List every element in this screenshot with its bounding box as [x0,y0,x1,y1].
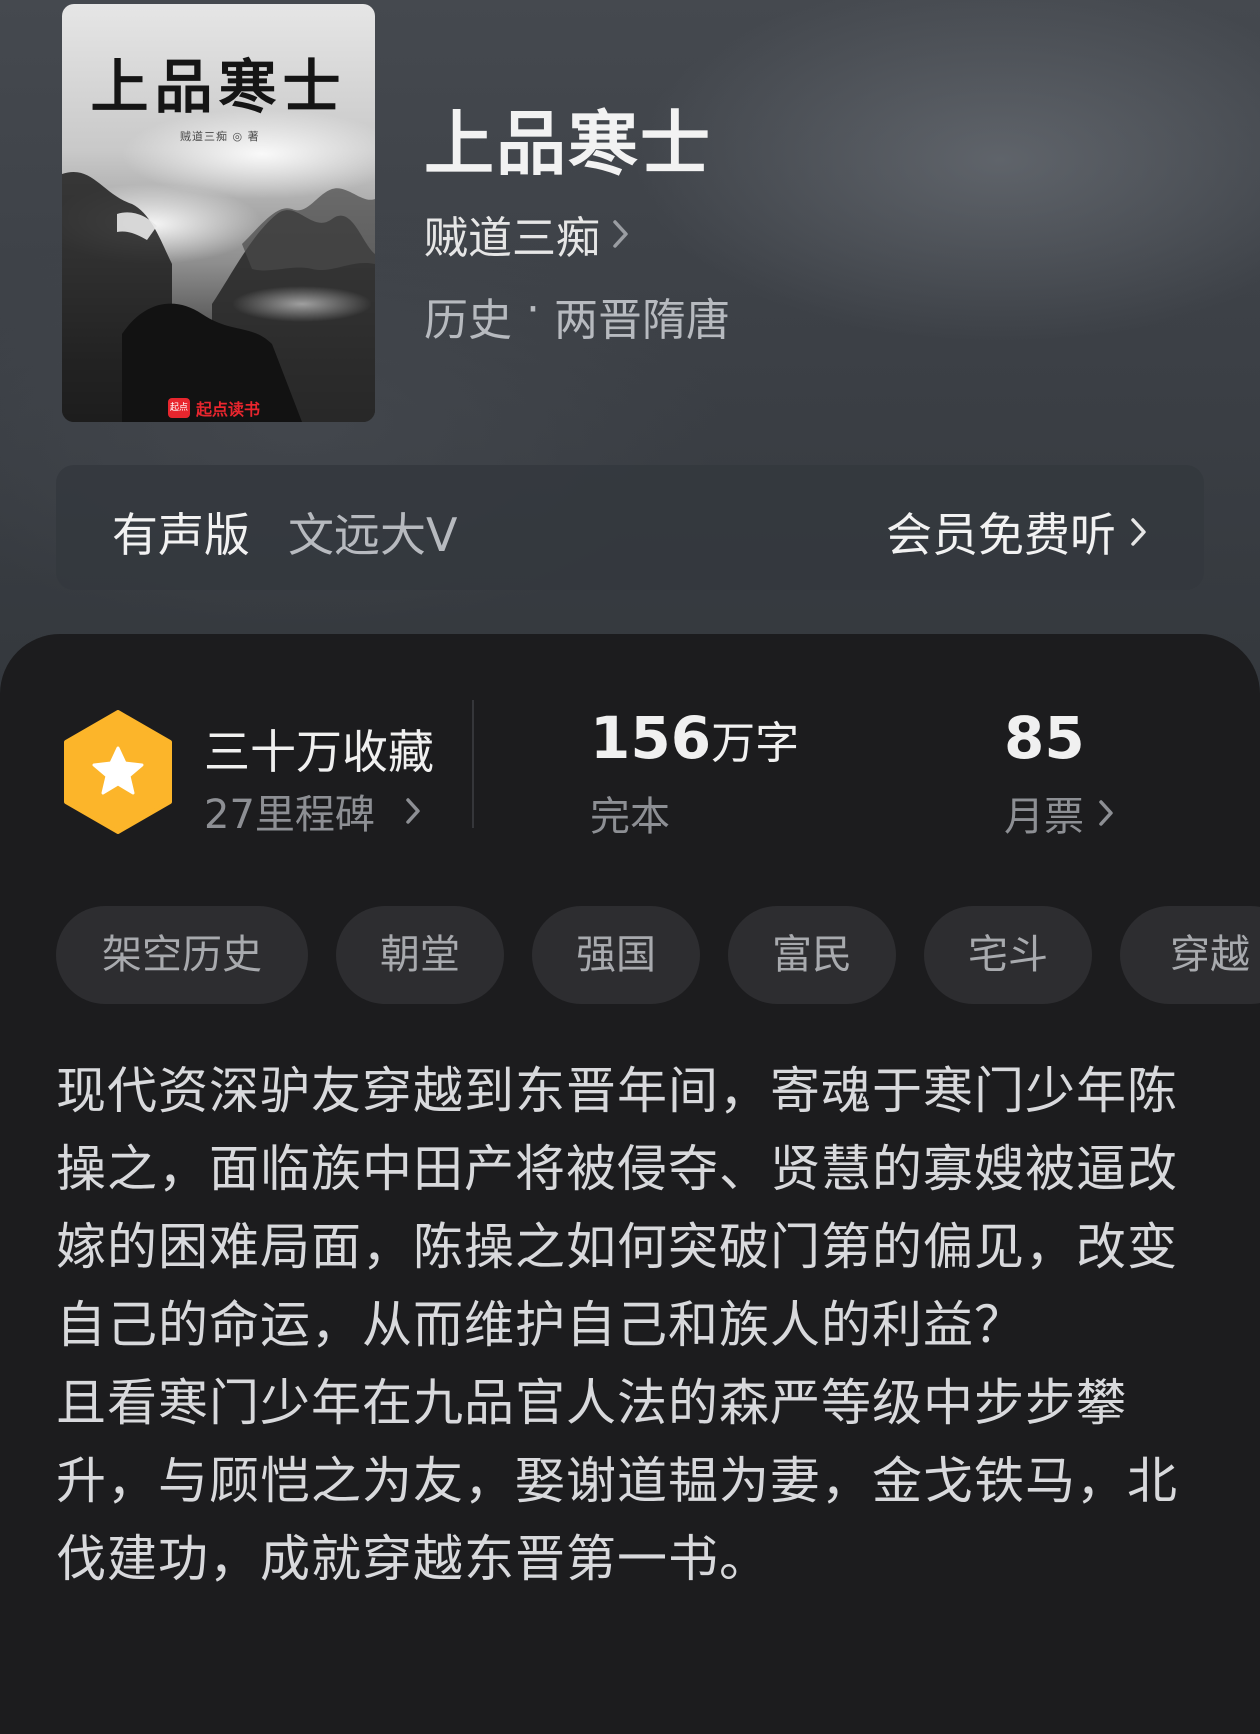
genre-line: 历史 · 两晋隋唐 [424,284,730,348]
publisher-logo: 起点 [168,398,190,418]
member-free-listen-label: 会员免费听 [886,508,1116,562]
tag-chip[interactable]: 富民 [728,906,896,1004]
book-title: 上品寒士 [424,102,712,185]
audio-version-bar[interactable]: 有声版 文远大V 会员免费听 [56,465,1204,590]
cover-author: 贼道三痴 ◎ 著 [180,130,260,143]
tag-chip[interactable]: 架空历史 [56,906,308,1004]
tag-chip[interactable]: 强国 [532,906,700,1004]
member-free-listen-button[interactable]: 会员免费听 [886,499,1148,565]
detail-panel: 三十万收藏 27里程碑 156 万字 完本 85 月票 架空历史 朝堂 强国 富… [0,634,1260,1734]
monthly-tickets-count: 85 [1004,704,1085,772]
cover-publisher: 起点 起点读书 [168,396,260,420]
star-badge-icon [64,710,172,834]
category: 历史 [424,295,512,346]
subcategory: 两晋隋唐 [554,295,730,346]
tag-chip[interactable]: 宅斗 [924,906,1092,1004]
word-count-number: 156 [590,704,712,772]
publisher-name: 起点读书 [196,400,261,419]
collections-count: 三十万收藏 [204,725,434,779]
book-cover[interactable]: 上品寒士 贼道三痴 ◎ 著 起点 起点读书 [62,4,375,422]
chevron-right-icon [613,220,628,248]
word-count: 156 万字 [590,704,799,772]
audio-narrator: 文远大V [288,508,458,562]
stats-row: 三十万收藏 27里程碑 156 万字 完本 85 月票 [0,634,1260,864]
milestones-link[interactable]: 27里程碑 [204,782,421,840]
stats-divider [472,700,474,828]
monthly-tickets-label: 月票 [1004,794,1084,840]
chevron-right-icon [1131,518,1146,546]
audio-label: 有声版 [112,508,250,562]
cover-title: 上品寒士 [90,53,347,121]
word-count-unit: 万字 [711,718,800,769]
tag-list: 架空历史 朝堂 强国 富民 宅斗 穿越 [56,906,1260,1004]
tag-chip[interactable]: 朝堂 [336,906,504,1004]
book-synopsis: 现代资深驴友穿越到东晋年间，寄魂于寒门少年陈操之，面临族中田产将被侵夺、贤慧的寡… [56,1062,1178,1588]
tag-chip[interactable]: 穿越 [1120,906,1260,1004]
genre-separator: · [526,284,540,335]
author-name: 贼道三痴 [424,213,600,264]
completion-status: 完本 [590,794,670,840]
author-link[interactable]: 贼道三痴 [424,202,630,266]
chevron-right-icon [406,798,420,824]
milestones-label: 27里程碑 [204,792,375,838]
chevron-right-icon [1099,800,1113,826]
monthly-tickets-link[interactable]: 月票 [1004,784,1114,842]
